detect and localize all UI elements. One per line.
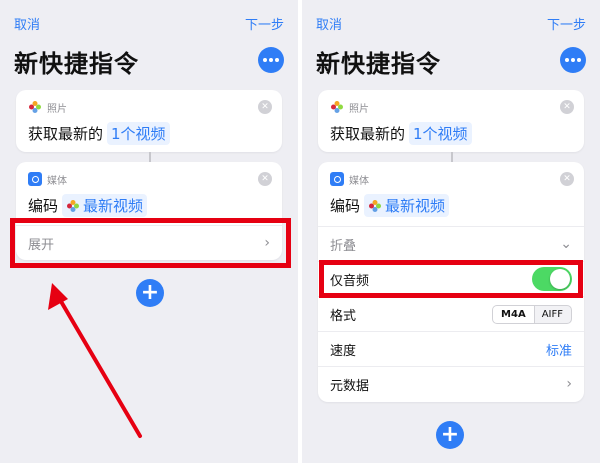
add-action-button[interactable]: +	[136, 279, 164, 307]
card-body: 获取最新的 1个视频	[330, 122, 472, 145]
metadata-row[interactable]: 元数据 ›	[318, 366, 584, 401]
speed-row[interactable]: 速度 标准	[318, 331, 584, 366]
page-title: 新快捷指令	[316, 50, 441, 78]
card-header: 照片	[330, 100, 369, 115]
collapse-label: 折叠	[330, 238, 357, 254]
card-app-label: 照片	[47, 103, 67, 115]
token-label: 最新视频	[83, 197, 144, 215]
format-row: 格式 M4A AIFF	[318, 296, 584, 331]
speed-value[interactable]: 标准	[546, 340, 572, 359]
card-header: 照片	[28, 100, 67, 115]
chevron-right-icon: ›	[566, 376, 572, 392]
left-panel: 取消 下一步 新快捷指令 照片 ✕ 获取最新的 1个视频 媒体 ✕ 编码 最新视…	[0, 0, 298, 463]
card-body: 编码 最新视频	[330, 194, 450, 217]
flow-connector	[451, 152, 453, 162]
video-count-token[interactable]: 1个视频	[409, 122, 472, 145]
card-header: 媒体	[28, 172, 67, 187]
media-app-icon	[330, 172, 344, 186]
format-segmented-control: M4A AIFF	[492, 304, 572, 324]
metadata-label: 元数据	[330, 378, 370, 394]
card-app-label: 媒体	[47, 175, 67, 187]
media-app-icon	[28, 172, 42, 186]
close-x-icon[interactable]: ✕	[258, 100, 272, 114]
highlight-box	[10, 218, 291, 268]
ellipsis-icon	[565, 58, 569, 62]
flow-connector	[149, 152, 151, 162]
card-app-label: 媒体	[349, 175, 369, 187]
photos-action-card[interactable]: 照片 ✕ 获取最新的 1个视频	[318, 90, 584, 152]
close-x-icon[interactable]: ✕	[560, 100, 574, 114]
cancel-button[interactable]: 取消	[316, 14, 342, 33]
latest-video-token[interactable]: 最新视频	[62, 194, 148, 217]
format-option-m4a[interactable]: M4A	[493, 305, 534, 323]
close-x-icon[interactable]: ✕	[258, 172, 272, 186]
right-panel: 取消 下一步 新快捷指令 照片 ✕ 获取最新的 1个视频 媒体 ✕ 编码 最新视…	[302, 0, 600, 463]
next-button[interactable]: 下一步	[245, 14, 284, 33]
collapse-row[interactable]: 折叠 ⌄	[318, 226, 584, 261]
format-label: 格式	[330, 308, 357, 324]
action-text: 编码	[330, 197, 361, 215]
photos-app-icon	[331, 101, 343, 113]
ellipsis-icon	[263, 58, 267, 62]
more-options-button[interactable]	[560, 47, 586, 73]
action-text: 获取最新的	[28, 125, 104, 143]
photos-action-card[interactable]: 照片 ✕ 获取最新的 1个视频	[16, 90, 282, 152]
close-x-icon[interactable]: ✕	[560, 172, 574, 186]
action-text: 编码	[28, 197, 59, 215]
cancel-button[interactable]: 取消	[14, 14, 40, 33]
nav-bar: 取消 下一步	[316, 14, 586, 33]
card-header: 媒体	[330, 172, 369, 187]
speed-label: 速度	[330, 343, 357, 359]
photos-app-icon	[29, 101, 41, 113]
nav-bar: 取消 下一步	[14, 14, 284, 33]
photos-app-icon	[67, 199, 80, 212]
latest-video-token[interactable]: 最新视频	[364, 194, 450, 217]
more-options-button[interactable]	[258, 47, 284, 73]
token-label: 最新视频	[385, 197, 446, 215]
card-body: 编码 最新视频	[28, 194, 148, 217]
photos-app-icon	[369, 199, 382, 212]
chevron-down-icon: ⌄	[560, 236, 572, 252]
format-option-aiff[interactable]: AIFF	[534, 306, 571, 323]
action-text: 获取最新的	[330, 125, 406, 143]
video-count-token[interactable]: 1个视频	[107, 122, 170, 145]
next-button[interactable]: 下一步	[547, 14, 586, 33]
card-body: 获取最新的 1个视频	[28, 122, 170, 145]
card-app-label: 照片	[349, 103, 369, 115]
highlight-box	[319, 260, 583, 298]
page-title: 新快捷指令	[14, 50, 139, 78]
add-action-button[interactable]: +	[436, 421, 464, 449]
